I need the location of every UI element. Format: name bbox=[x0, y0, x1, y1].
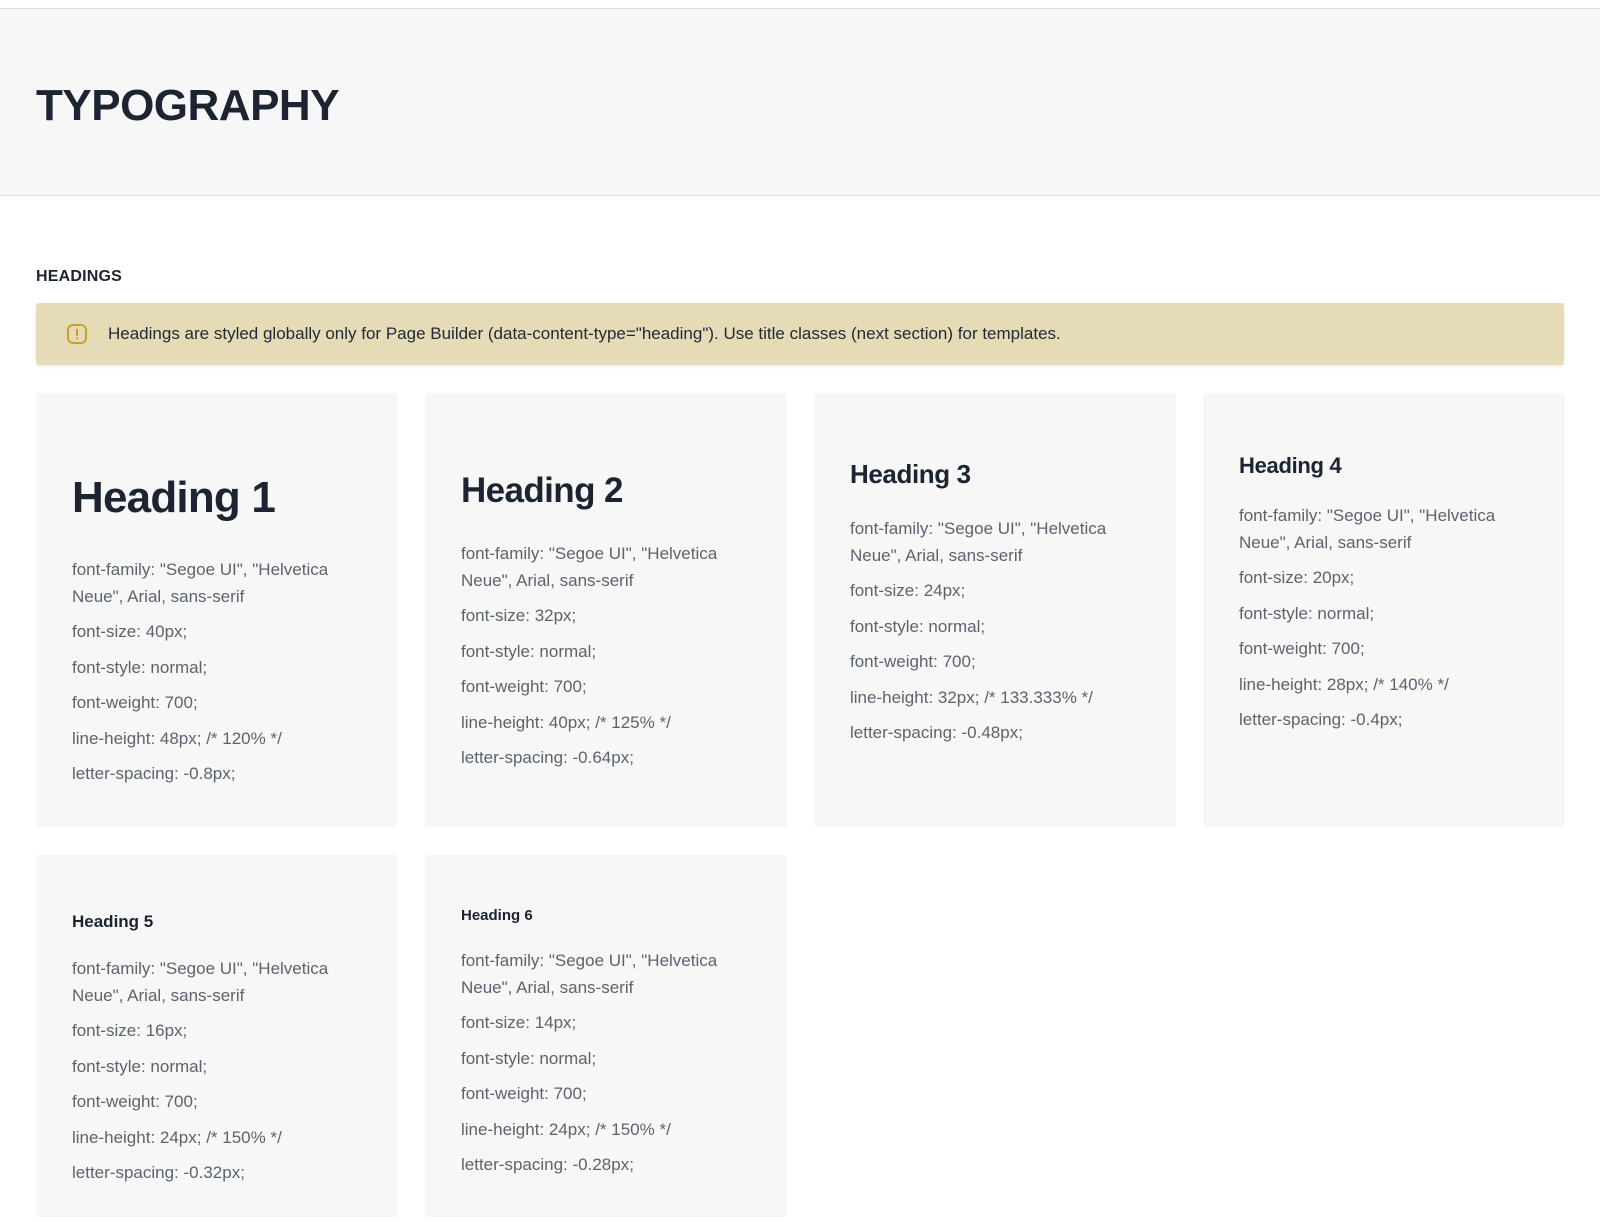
spec-font-family: font-family: "Segoe UI", "Helvetica Neue… bbox=[72, 560, 329, 606]
spec-line-height: line-height: 32px; /* 133.333% */ bbox=[850, 687, 1093, 707]
spec-font-weight: font-weight: 700; bbox=[72, 693, 198, 712]
spec-font-weight: font-weight: 700; bbox=[850, 652, 976, 671]
spec-list: font-family: "Segoe UI", "Helvetica Neue… bbox=[461, 541, 751, 772]
spec-font-family: font-family: "Segoe UI", "Helvetica Neue… bbox=[72, 959, 329, 1005]
heading-sample: Heading 6 bbox=[461, 907, 533, 924]
spec-font-size: font-size: 32px; bbox=[461, 606, 577, 625]
alert-square-icon bbox=[66, 323, 88, 345]
spec-letter-spacing: letter-spacing: -0.4px; bbox=[1239, 710, 1403, 729]
spec-font-size: font-size: 14px; bbox=[461, 1013, 577, 1032]
spec-list: font-family: "Segoe UI", "Helvetica Neue… bbox=[72, 956, 362, 1187]
heading-card-6: Heading 6 font-family: "Segoe UI", "Helv… bbox=[425, 855, 787, 1217]
spec-font-weight: font-weight: 700; bbox=[461, 677, 587, 696]
spec-font-size: font-size: 16px; bbox=[72, 1021, 188, 1040]
spec-letter-spacing: letter-spacing: -0.48px; bbox=[850, 723, 1023, 742]
spec-font-family: font-family: "Segoe UI", "Helvetica Neue… bbox=[461, 951, 718, 997]
spec-list: font-family: "Segoe UI", "Helvetica Neue… bbox=[850, 516, 1140, 747]
spec-font-size: font-size: 20px; bbox=[1239, 568, 1355, 587]
spec-font-weight: font-weight: 700; bbox=[1239, 639, 1365, 658]
heading-card-1: Heading 1 font-family: "Segoe UI", "Helv… bbox=[36, 393, 398, 827]
headings-grid: Heading 1 font-family: "Segoe UI", "Helv… bbox=[36, 393, 1565, 1217]
spec-letter-spacing: letter-spacing: -0.28px; bbox=[461, 1155, 634, 1174]
spec-font-style: font-style: normal; bbox=[72, 1056, 208, 1076]
spec-font-family: font-family: "Segoe UI", "Helvetica Neue… bbox=[1239, 506, 1496, 552]
heading-sample: Heading 3 bbox=[850, 459, 971, 489]
notice-text: Headings are styled globally only for Pa… bbox=[108, 324, 1061, 343]
spec-list: font-family: "Segoe UI", "Helvetica Neue… bbox=[1239, 503, 1529, 734]
page-header: TYPOGRAPHY bbox=[0, 8, 1600, 196]
spec-letter-spacing: letter-spacing: -0.8px; bbox=[72, 764, 236, 783]
spec-font-size: font-size: 40px; bbox=[72, 622, 188, 641]
spec-line-height: line-height: 24px; /* 150% */ bbox=[72, 1127, 282, 1147]
spec-font-weight: font-weight: 700; bbox=[461, 1084, 587, 1103]
spec-line-height: line-height: 48px; /* 120% */ bbox=[72, 728, 282, 748]
heading-sample: Heading 1 bbox=[72, 473, 276, 522]
page-title: TYPOGRAPHY bbox=[36, 81, 340, 130]
heading-sample: Heading 4 bbox=[1239, 453, 1342, 478]
heading-card-3: Heading 3 font-family: "Segoe UI", "Helv… bbox=[814, 393, 1176, 827]
spec-font-family: font-family: "Segoe UI", "Helvetica Neue… bbox=[461, 544, 718, 590]
heading-card-5: Heading 5 font-family: "Segoe UI", "Helv… bbox=[36, 855, 398, 1217]
spec-list: font-family: "Segoe UI", "Helvetica Neue… bbox=[72, 557, 362, 788]
spec-line-height: line-height: 40px; /* 125% */ bbox=[461, 712, 671, 732]
spec-font-style: font-style: normal; bbox=[1239, 603, 1375, 623]
heading-sample: Heading 5 bbox=[72, 912, 154, 931]
spec-font-family: font-family: "Segoe UI", "Helvetica Neue… bbox=[850, 519, 1107, 565]
spec-letter-spacing: letter-spacing: -0.64px; bbox=[461, 748, 634, 767]
heading-card-2: Heading 2 font-family: "Segoe UI", "Helv… bbox=[425, 393, 787, 827]
spec-letter-spacing: letter-spacing: -0.32px; bbox=[72, 1163, 245, 1182]
section-title-headings: HEADINGS bbox=[36, 268, 123, 285]
spec-font-size: font-size: 24px; bbox=[850, 581, 966, 600]
spec-line-height: line-height: 24px; /* 150% */ bbox=[461, 1119, 671, 1139]
notice-banner: Headings are styled globally only for Pa… bbox=[36, 303, 1564, 365]
spec-font-style: font-style: normal; bbox=[850, 616, 986, 636]
heading-card-4: Heading 4 font-family: "Segoe UI", "Helv… bbox=[1203, 393, 1565, 827]
spec-font-style: font-style: normal; bbox=[461, 641, 597, 661]
spec-font-weight: font-weight: 700; bbox=[72, 1092, 198, 1111]
spec-line-height: line-height: 28px; /* 140% */ bbox=[1239, 674, 1449, 694]
spec-font-style: font-style: normal; bbox=[72, 657, 208, 677]
heading-sample: Heading 2 bbox=[461, 471, 623, 510]
spec-font-style: font-style: normal; bbox=[461, 1048, 597, 1068]
spec-list: font-family: "Segoe UI", "Helvetica Neue… bbox=[461, 948, 751, 1179]
